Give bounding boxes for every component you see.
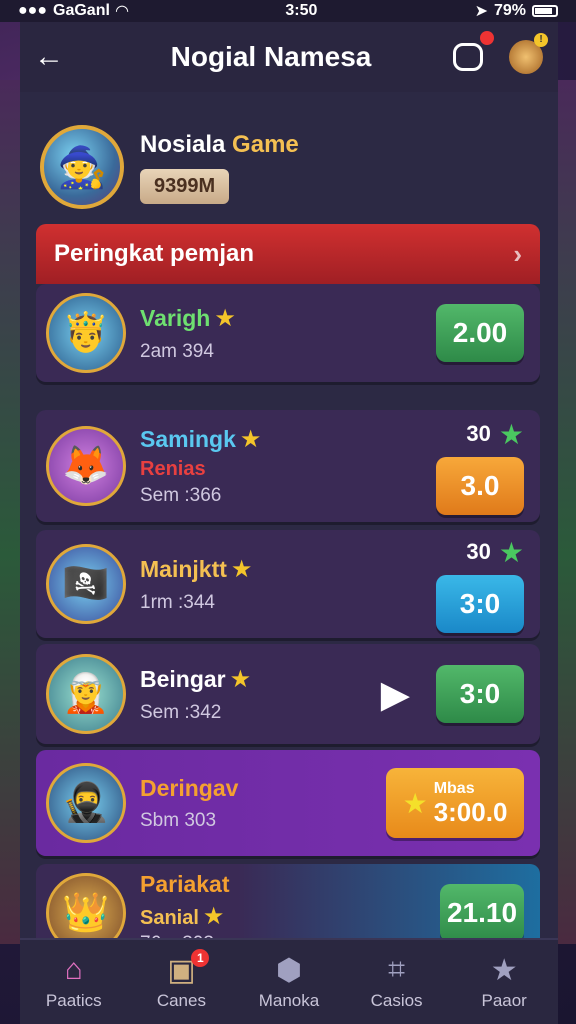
app-header: ← Nogial Namesa !	[20, 22, 558, 92]
profile-name-second: Game	[232, 130, 299, 158]
battery-percent: 79%	[493, 2, 526, 19]
reward-label: Mbas	[433, 779, 475, 797]
reward-button[interactable]: ★ Mbas 3:00.0	[386, 768, 524, 838]
star-icon: ★	[230, 555, 253, 583]
star-icon: ★	[202, 903, 225, 930]
player-sub: Sbm 303	[140, 809, 217, 831]
avatar: 🤴	[46, 293, 126, 373]
nav-item-casios[interactable]: ⌗ Casios	[347, 953, 447, 1011]
player-name: Deringav	[140, 774, 239, 801]
score-button[interactable]: 2.00	[436, 304, 524, 362]
nav-item-paaor[interactable]: ★ Paaor	[454, 953, 554, 1011]
profile-card: 🧙 Nosiala Game 9399M	[20, 92, 558, 222]
signal-icon: ●●●	[18, 2, 47, 19]
leaderboard-header[interactable]: Peringkat pemjan ›	[36, 224, 540, 284]
list-item[interactable]: 🏴‍☠️ Mainjktt ★ 1rm :344 30 ★ 3:0	[36, 530, 540, 638]
score-button[interactable]: 3:0	[436, 665, 524, 723]
nav-label: Paatics	[45, 991, 102, 1010]
reward-value: 3:00.0	[433, 796, 508, 827]
score-button[interactable]: 3.0	[436, 456, 524, 515]
nav-label: Casios	[370, 991, 423, 1010]
location-icon: ➤	[474, 3, 488, 20]
nav-item-manoka[interactable]: ⬢ Manoka	[239, 953, 339, 1011]
chat-button[interactable]	[450, 31, 494, 75]
green-star-icon: ★	[498, 418, 524, 450]
profile-button[interactable]: !	[508, 33, 548, 75]
box-icon: ⬢	[275, 954, 303, 987]
app-window: ← Nogial Namesa ! 🧙 Nosiala Game 9399M P…	[20, 22, 558, 1024]
points-display: 30 ★	[466, 536, 524, 568]
page-title: Nogial Namesa	[170, 41, 372, 72]
profile-name-first: Nosiala	[140, 130, 226, 158]
player-sub: 1rm :344	[140, 591, 215, 613]
avatar: 🏴‍☠️	[46, 544, 126, 624]
star-icon: ★	[402, 787, 428, 819]
player-sub: 2am 394	[140, 340, 214, 362]
balance-badge: 9399M	[140, 168, 230, 204]
star-icon: ★	[229, 665, 252, 693]
player-sub: Sem :366	[140, 485, 222, 506]
carrier-name: GaGanl	[53, 2, 110, 19]
star-icon: ★	[214, 304, 236, 332]
map-icon: ⌗	[388, 953, 406, 986]
player-name: Varigh ★	[140, 304, 236, 332]
list-item[interactable]: 🧝 Beingar ★ Sem :342 ▶ 3:0	[36, 644, 540, 744]
leaderboard-title: Peringkat pemjan	[54, 240, 255, 267]
player-sub: Sem :342	[140, 701, 222, 723]
player-name: Samingk ★	[140, 426, 262, 453]
chevron-right-icon: ›	[513, 238, 522, 269]
nav-item-paatics[interactable]: ⌂ Paatics	[24, 953, 124, 1011]
avatar: 🦊	[46, 426, 126, 506]
battery-icon	[532, 5, 558, 17]
nav-label: Paaor	[481, 991, 527, 1010]
bottom-nav: ⌂ Paatics ▣ 1 Canes ⬢ Manoka ⌗ Casios ★ …	[20, 938, 558, 1024]
player-tag: Renias	[140, 458, 206, 480]
avatar: 🧝	[46, 654, 126, 734]
player-name: Mainjktt ★	[140, 555, 253, 583]
list-item[interactable]: 🥷 Deringav Sbm 303 ★ Mbas 3:00.0	[36, 750, 540, 856]
points-display: 30 ★	[466, 418, 524, 450]
wifi-icon: ◠	[115, 3, 129, 20]
nav-item-canes[interactable]: ▣ 1 Canes	[131, 949, 231, 1011]
nav-label: Manoka	[258, 991, 320, 1010]
score-button[interactable]: 21.10	[440, 884, 524, 942]
avatar[interactable]: 🧙	[40, 125, 124, 209]
profile-name: Nosiala Game	[140, 131, 299, 159]
list-item[interactable]: 🦊 Samingk ★ Renias Sem :366 30 ★ 3.0	[36, 410, 540, 522]
nav-label: Canes	[156, 991, 206, 1010]
home-icon: ⌂	[64, 953, 83, 986]
player-tag: Sanial ★	[140, 903, 225, 930]
green-star-icon: ★	[498, 536, 524, 568]
back-button[interactable]: ←	[34, 40, 74, 74]
score-button[interactable]: 3:0	[436, 574, 524, 633]
play-button[interactable]: ▶	[381, 672, 410, 717]
chat-icon	[453, 43, 483, 71]
star-icon: ★	[239, 426, 262, 453]
status-time: 3:50	[285, 2, 318, 19]
star-icon: ★	[490, 954, 518, 987]
player-name: Beingar ★	[140, 665, 252, 693]
list-item[interactable]: 🤴 Varigh ★ 2am 394 2.00	[36, 284, 540, 382]
player-name: Pariakat	[140, 871, 230, 897]
notification-badge: !	[534, 33, 548, 47]
avatar: 🥷	[46, 763, 126, 843]
status-bar: ●●● GaGanl ◠ 3:50 ➤ 79%	[0, 0, 576, 22]
notification-dot	[480, 31, 494, 45]
notification-badge: 1	[191, 949, 210, 967]
